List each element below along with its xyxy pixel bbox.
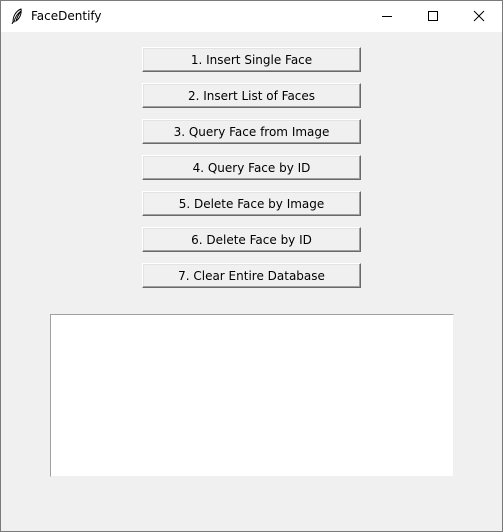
query-face-by-id-button[interactable]: 4. Query Face by ID	[142, 155, 361, 180]
window-title: FaceDentify	[31, 9, 102, 23]
close-icon	[473, 7, 485, 26]
delete-face-by-image-button[interactable]: 5. Delete Face by Image	[142, 191, 361, 216]
output-text-area[interactable]	[50, 314, 454, 477]
maximize-button[interactable]	[410, 1, 456, 32]
app-window: FaceDentify 1. Insert Single Face 2. Ins…	[0, 0, 503, 532]
insert-single-face-button[interactable]: 1. Insert Single Face	[142, 47, 361, 72]
insert-list-of-faces-button[interactable]: 2. Insert List of Faces	[142, 83, 361, 108]
title-bar[interactable]: FaceDentify	[1, 1, 502, 32]
close-button[interactable]	[456, 1, 502, 32]
minimize-button[interactable]	[364, 1, 410, 32]
maximize-icon	[427, 7, 439, 26]
clear-entire-database-button[interactable]: 7. Clear Entire Database	[142, 263, 361, 288]
minimize-icon	[381, 7, 393, 26]
feather-icon	[10, 8, 24, 25]
query-face-from-image-button[interactable]: 3. Query Face from Image	[142, 119, 361, 144]
delete-face-by-id-button[interactable]: 6. Delete Face by ID	[142, 227, 361, 252]
